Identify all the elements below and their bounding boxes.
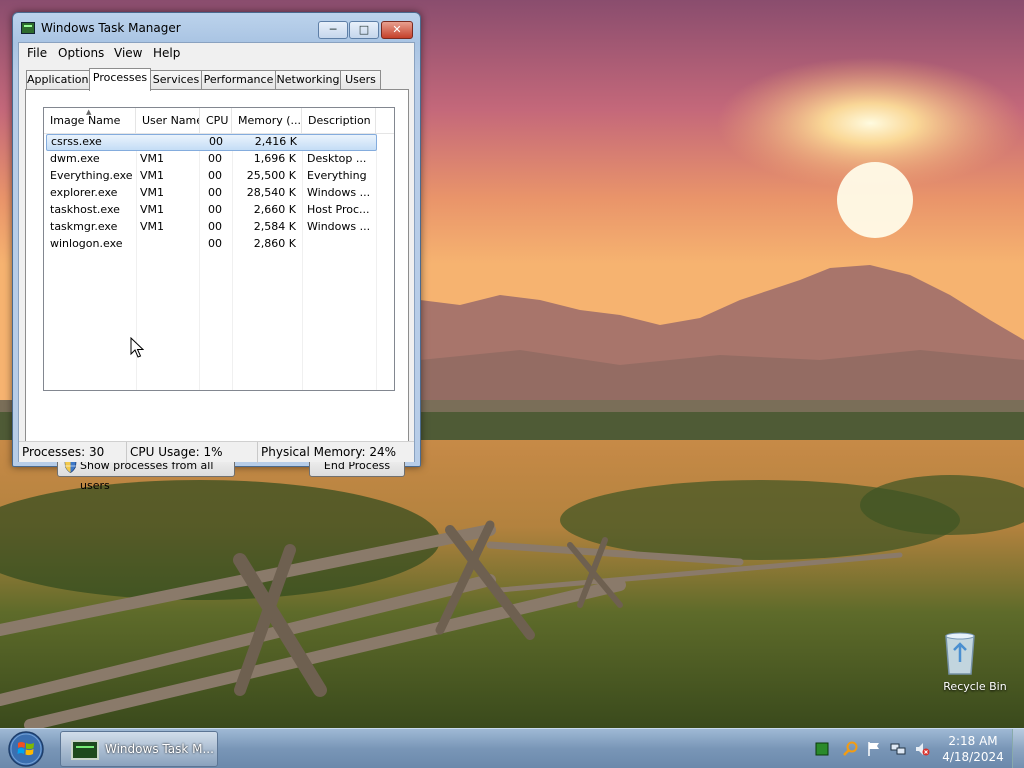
tab-performance[interactable]: Performance	[201, 70, 276, 90]
process-cpu: 00	[208, 237, 222, 250]
process-memory: 2,416 K	[254, 135, 297, 148]
process-description: Host Proc...	[307, 203, 370, 216]
search-icon[interactable]	[842, 741, 858, 757]
process-image-name: csrss.exe	[51, 135, 102, 148]
recycle-bin[interactable]: Recycle Bin	[940, 630, 1010, 693]
volume-muted-icon[interactable]	[914, 741, 930, 757]
taskbar: Windows Task M... 2:18 AM 4/18/2024	[0, 728, 1024, 768]
process-row[interactable]: taskmgr.exe VM1 00 2,584 K Windows ...	[44, 219, 394, 236]
process-row[interactable]: Everything.exe VM1 00 25,500 K Everything	[44, 168, 394, 185]
process-cpu: 00	[209, 135, 223, 148]
process-cpu: 00	[208, 169, 222, 182]
tab-services[interactable]: Services	[150, 70, 202, 90]
process-memory: 2,860 K	[253, 237, 296, 250]
clock-time: 2:18 AM	[948, 734, 998, 748]
process-row[interactable]: explorer.exe VM1 00 28,540 K Windows ...	[44, 185, 394, 202]
start-button[interactable]	[6, 730, 46, 768]
task-manager-window[interactable]: Windows Task Manager ─ □ ✕ File Options …	[12, 12, 421, 492]
process-memory: 2,584 K	[253, 220, 296, 233]
processes-panel: ▲ Image Name User Name CPU Memory (... D…	[25, 89, 409, 492]
menu-view[interactable]: View	[114, 46, 142, 60]
menu-help[interactable]: Help	[153, 46, 180, 60]
network-icon[interactable]	[890, 741, 906, 757]
process-image-name: taskhost.exe	[50, 203, 120, 216]
status-physical-memory: Physical Memory: 24%	[261, 445, 397, 459]
column-cpu[interactable]: CPU	[200, 108, 232, 134]
window-client: File Options View Help Applications Proc…	[18, 42, 415, 492]
process-image-name: winlogon.exe	[50, 237, 123, 250]
process-memory: 28,540 K	[246, 186, 296, 199]
maximize-icon: □	[358, 23, 370, 36]
system-clock[interactable]: 2:18 AM 4/18/2024	[940, 733, 1006, 765]
process-image-name: dwm.exe	[50, 152, 100, 165]
process-cpu: 00	[208, 186, 222, 199]
status-cpu-usage: CPU Usage: 1%	[127, 442, 258, 463]
clock-date: 4/18/2024	[942, 750, 1004, 764]
recycle-bin-label: Recycle Bin	[943, 680, 1007, 693]
minimize-button[interactable]: ─	[318, 21, 348, 39]
process-user-name: VM1	[140, 203, 165, 216]
window-title: Windows Task Manager	[41, 21, 181, 35]
process-memory: 25,500 K	[246, 169, 296, 182]
process-row[interactable]: winlogon.exe 00 2,860 K	[44, 236, 394, 253]
process-description: Everything	[307, 169, 367, 182]
menu-bar: File Options View Help	[19, 43, 414, 63]
minimize-icon: ─	[329, 23, 337, 36]
status-bar: Processes: 30 CPU Usage: 1% Physical Mem…	[19, 441, 414, 463]
process-list-header: ▲ Image Name User Name CPU Memory (... D…	[44, 108, 394, 134]
process-row[interactable]: dwm.exe VM1 00 1,696 K Desktop ...	[44, 151, 394, 168]
sort-up-icon: ▲	[86, 108, 92, 116]
tab-applications[interactable]: Applications	[26, 70, 94, 90]
process-row[interactable]: csrss.exe 00 2,416 K	[46, 134, 377, 151]
tab-networking[interactable]: Networking	[275, 70, 341, 90]
mouse-cursor-icon	[130, 337, 144, 358]
title-bar[interactable]: Windows Task Manager ─ □ ✕	[13, 13, 420, 43]
maximize-button[interactable]: □	[349, 21, 379, 39]
process-cpu: 00	[208, 152, 222, 165]
process-cpu: 00	[208, 220, 222, 233]
column-user-name[interactable]: User Name	[136, 108, 200, 134]
tab-users[interactable]: Users	[340, 70, 381, 90]
taskbar-item-task-manager[interactable]: Windows Task M...	[60, 731, 218, 767]
process-user-name: VM1	[140, 186, 165, 199]
menu-file[interactable]: File	[27, 46, 47, 60]
process-description: Windows ...	[307, 186, 371, 199]
process-rows: csrss.exe 00 2,416 K dwm.exe VM1 00 1,696 K Des…	[44, 134, 394, 253]
process-memory: 1,696 K	[253, 152, 296, 165]
close-icon: ✕	[392, 23, 402, 36]
action-center-flag-icon[interactable]	[866, 741, 882, 757]
process-image-name: Everything.exe	[50, 169, 133, 182]
process-user-name: VM1	[140, 152, 165, 165]
taskbar-item-label: Windows Task M...	[105, 742, 214, 756]
close-button[interactable]: ✕	[381, 21, 413, 39]
task-manager-icon	[21, 22, 35, 34]
windows-logo-icon	[8, 731, 44, 767]
process-image-name: taskmgr.exe	[50, 220, 118, 233]
recycle-bin-icon	[945, 630, 995, 676]
tab-processes[interactable]: Processes	[89, 68, 151, 91]
menu-options[interactable]: Options	[58, 46, 104, 60]
process-row[interactable]: taskhost.exe VM1 00 2,660 K Host Proc...	[44, 202, 394, 219]
column-image-name[interactable]: ▲ Image Name	[44, 108, 136, 134]
task-manager-icon	[71, 740, 99, 760]
process-memory: 2,660 K	[253, 203, 296, 216]
process-user-name: VM1	[140, 169, 165, 182]
process-description: Windows ...	[307, 220, 371, 233]
column-memory[interactable]: Memory (...	[232, 108, 302, 134]
column-description[interactable]: Description	[302, 108, 376, 134]
app-tray-icon[interactable]	[814, 741, 830, 757]
process-image-name: explorer.exe	[50, 186, 118, 199]
process-list[interactable]: ▲ Image Name User Name CPU Memory (... D…	[43, 107, 395, 391]
status-process-count: Processes: 30	[19, 442, 127, 463]
process-description: Desktop ...	[307, 152, 367, 165]
process-user-name: VM1	[140, 220, 165, 233]
show-desktop-button[interactable]	[1012, 729, 1024, 768]
process-cpu: 00	[208, 203, 222, 216]
